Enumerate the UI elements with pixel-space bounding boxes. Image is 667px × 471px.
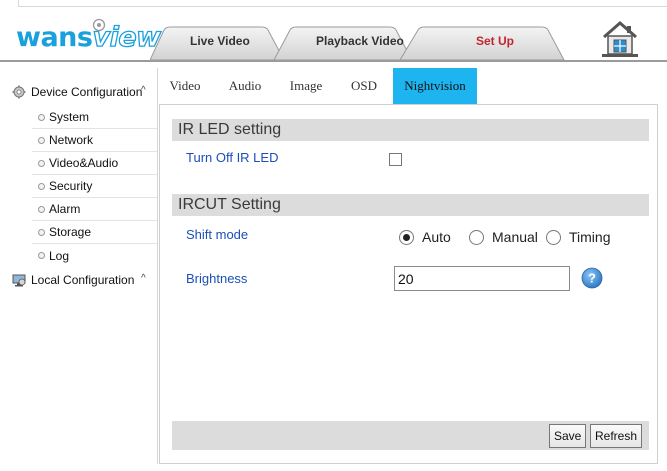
header-divider (0, 60, 667, 62)
panel-footer: Save Refresh (172, 421, 649, 450)
sidebar-item-storage[interactable]: Storage (32, 221, 157, 244)
radio-auto-label: Auto (422, 229, 451, 245)
main-nav-tabs: Live Video Playback Video Set Up (150, 26, 620, 60)
svg-text:?: ? (588, 271, 596, 286)
radio-auto[interactable] (399, 229, 414, 245)
bullet-icon (38, 228, 45, 236)
bullet-icon (38, 113, 45, 121)
bullet-icon (38, 136, 45, 144)
sidebar-item-label: Alarm (49, 202, 81, 216)
sidebar-item-label: Network (49, 133, 94, 147)
shift-mode-timing-option[interactable]: Timing (546, 227, 611, 247)
nightvision-panel: IR LED setting Turn Off IR LED IRCUT Set… (159, 104, 658, 464)
sidebar-item-video-audio[interactable]: Video&Audio (32, 152, 157, 175)
section-ir-led-title: IR LED setting (172, 119, 649, 141)
sidebar-item-label: Storage (49, 225, 92, 239)
bullet-icon (38, 159, 45, 167)
save-button[interactable]: Save (549, 424, 587, 448)
sidebar-item-label: Security (49, 179, 93, 193)
home-icon (602, 21, 638, 57)
subtab-osd[interactable]: OSD (347, 68, 381, 104)
brightness-input[interactable] (394, 266, 570, 291)
section-ircut-title: IRCUT Setting (172, 194, 649, 216)
tab-playback-video[interactable]: Playback Video (316, 34, 404, 48)
header-topline (18, 6, 667, 7)
logo-text: wansview (16, 21, 162, 54)
subtab-image[interactable]: Image (285, 68, 327, 104)
settings-subtabs: Video Audio Image OSD Nightvision (159, 68, 667, 104)
sidebar-group-label: Device Configuration (31, 85, 143, 99)
radio-manual-label: Manual (492, 229, 538, 245)
radio-manual[interactable] (469, 229, 484, 245)
bullet-icon (38, 205, 45, 213)
turn-off-ir-led-checkbox[interactable] (389, 153, 402, 166)
turn-off-ir-led-label: Turn Off IR LED (186, 150, 279, 165)
shift-mode-label: Shift mode (186, 227, 249, 242)
subtab-video[interactable]: Video (165, 68, 205, 104)
radio-timing-label: Timing (569, 229, 611, 245)
tab-live-video[interactable]: Live Video (190, 34, 250, 48)
sidebar-item-security[interactable]: Security (32, 175, 157, 198)
brand-logo: wansview (16, 18, 162, 54)
tab-set-up[interactable]: Set Up (476, 34, 514, 48)
bullet-icon (38, 252, 45, 259)
gear-icon (12, 85, 26, 99)
subtab-nightvision[interactable]: Nightvision (393, 68, 477, 104)
radio-timing[interactable] (546, 229, 561, 245)
sidebar-item-label: System (49, 110, 90, 124)
sidebar-item-label: Log (49, 248, 70, 263)
help-icon[interactable]: ? (581, 267, 603, 289)
sidebar-item-label: Video&Audio (49, 156, 119, 170)
collapse-caret-icon[interactable]: ^ (141, 85, 146, 96)
sidebar-item-alarm[interactable]: Alarm (32, 198, 157, 221)
header: wansview Live Video Playback Video Set U… (0, 0, 667, 62)
bullet-icon (38, 182, 45, 190)
sidebar-item-system[interactable]: System (32, 106, 157, 129)
shift-mode-auto-option[interactable]: Auto (399, 227, 451, 247)
logo-text-left: wans (16, 22, 93, 53)
sidebar-group-local-configuration[interactable]: Local Configuration ^ (8, 268, 157, 292)
subtab-audio[interactable]: Audio (225, 68, 265, 104)
sidebar-group-label: Local Configuration (31, 273, 135, 287)
refresh-button[interactable]: Refresh (590, 424, 643, 448)
sidebar-item-network[interactable]: Network (32, 129, 157, 152)
brightness-label: Brightness (186, 271, 248, 286)
sidebar: Device Configuration ^ System Network Vi… (8, 68, 158, 464)
shift-mode-manual-option[interactable]: Manual (469, 227, 538, 247)
collapse-caret-icon[interactable]: ^ (141, 273, 146, 284)
computer-icon (12, 274, 26, 287)
sidebar-item-log[interactable]: Log (32, 244, 157, 267)
home-button[interactable] (600, 20, 640, 58)
sidebar-group-device-configuration[interactable]: Device Configuration ^ (8, 80, 157, 104)
